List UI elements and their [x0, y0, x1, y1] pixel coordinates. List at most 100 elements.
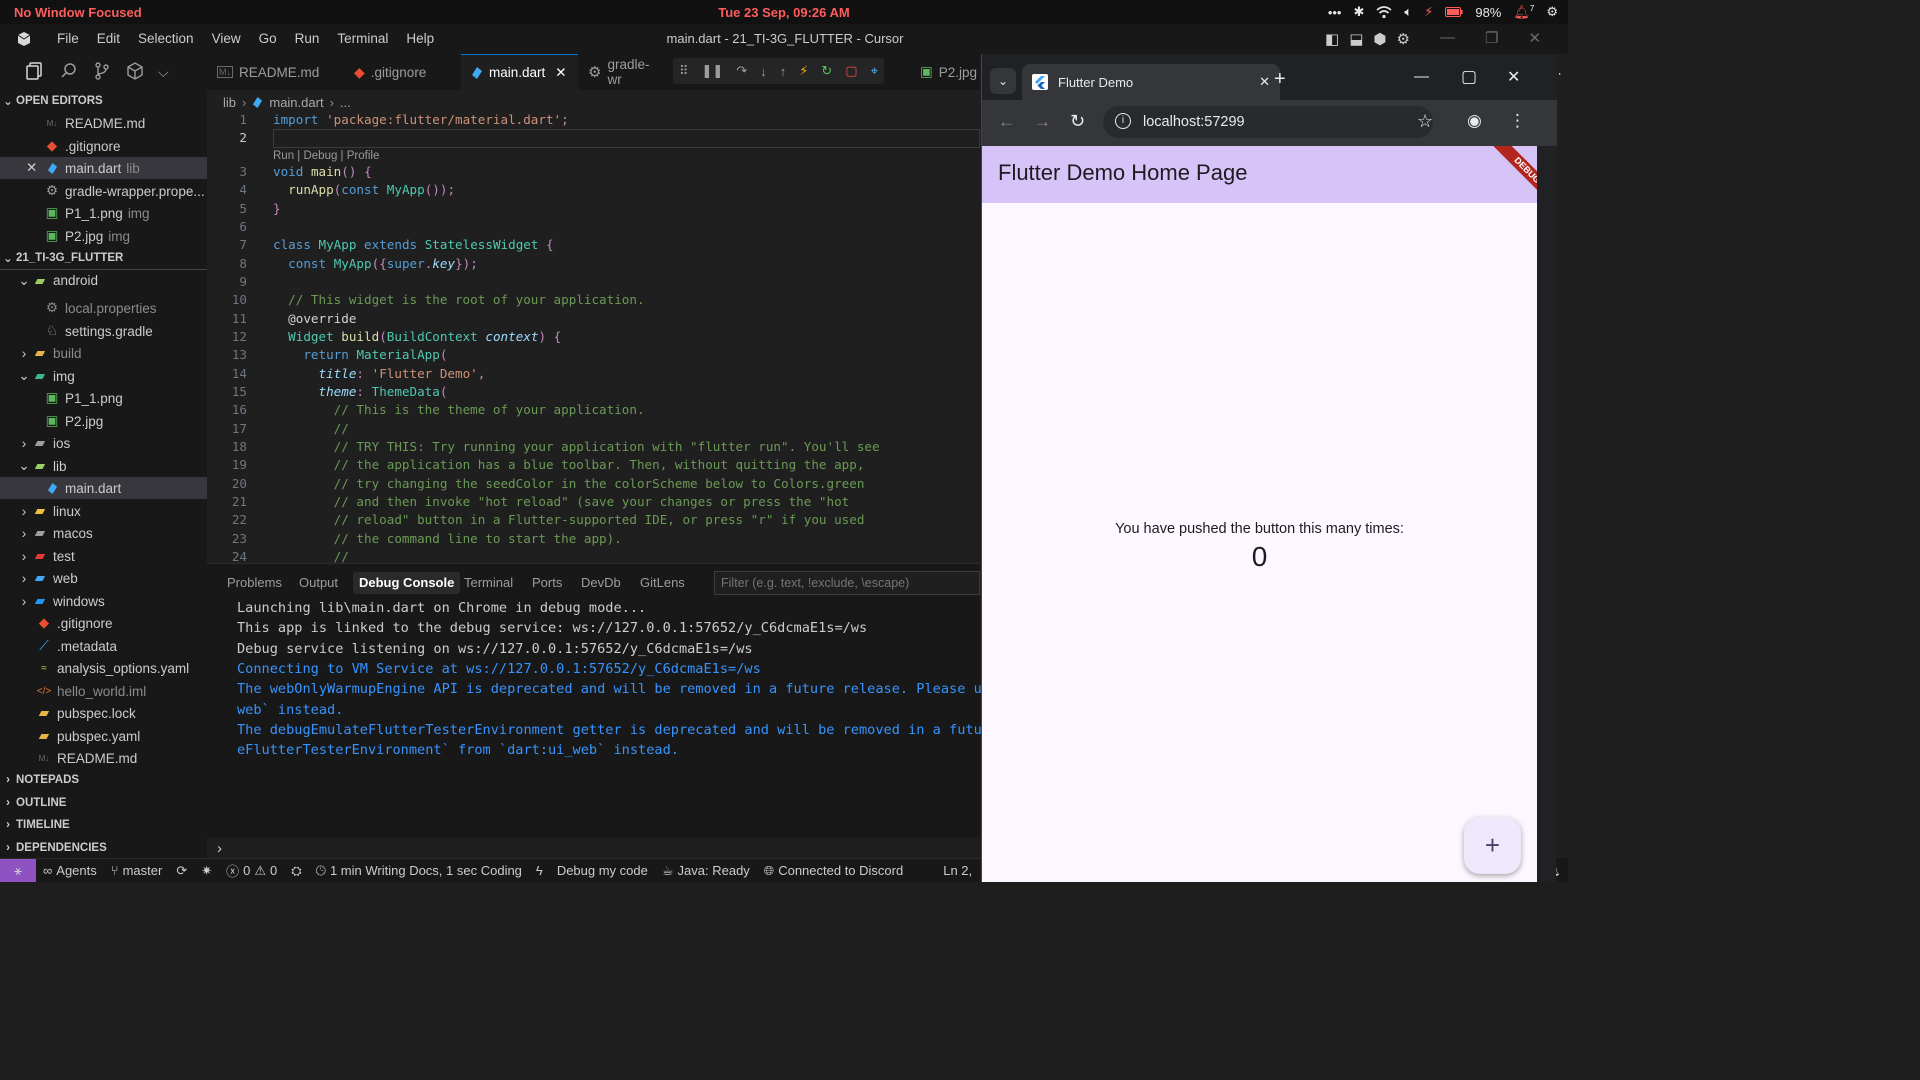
new-tab-icon[interactable]: + [1274, 68, 1286, 91]
toggle-sidebar-icon[interactable]: ◧ [1325, 30, 1339, 48]
discord-status[interactable]: 🌐︎ Connected to Discord [757, 863, 910, 879]
code-line[interactable]: 20 // try changing the seedColor in the … [207, 475, 980, 493]
menu-selection[interactable]: Selection [129, 24, 203, 54]
tree-file-pubspec-lock[interactable]: ▰ pubspec.lock [0, 702, 207, 724]
browser-tab[interactable]: Flutter Demo ✕ [1022, 64, 1280, 100]
wifi-icon[interactable] [1376, 5, 1392, 19]
drag-handle-icon[interactable]: ⠿ [679, 63, 689, 79]
power-icon[interactable]: ⚡ [1424, 4, 1433, 20]
settings-toggle-icon[interactable]: ⚙ [1546, 4, 1558, 20]
tab-debug-console[interactable]: Debug Console [353, 572, 461, 594]
tree-folder-android[interactable]: ⌄ ▰ android [0, 269, 207, 291]
code-line[interactable]: 22 // reload" button in a Flutter-suppor… [207, 511, 980, 529]
close-tab-icon[interactable]: ✕ [1259, 74, 1270, 90]
step-into-icon[interactable]: ↓ [760, 64, 767, 79]
tree-folder-test[interactable]: › ▰ test [0, 545, 207, 567]
profile-icon[interactable]: ◉ [1467, 111, 1482, 131]
menu-help[interactable]: Help [397, 24, 443, 54]
open-editor-gradle-wrapper[interactable]: ⚙ gradle-wrapper.prope... [0, 180, 207, 202]
restart-icon[interactable]: ↻ [821, 63, 832, 79]
tree-file-local-properties[interactable]: ⚙ local.properties [0, 297, 207, 319]
volume-icon[interactable]: 🔈︎ [1404, 4, 1412, 20]
tree-file-pubspec-yaml[interactable]: ▰ pubspec.yaml [0, 725, 207, 747]
tree-folder-lib[interactable]: ⌄ ▰ lib [0, 455, 207, 477]
sync-icon[interactable]: ⟳ [169, 863, 194, 879]
tree-folder-build[interactable]: › ▰ build [0, 342, 207, 364]
menu-view[interactable]: View [203, 24, 250, 54]
minimize-window-icon[interactable]: — [1440, 29, 1455, 47]
tab-search-chevron-icon[interactable]: ⌄ [990, 68, 1016, 94]
code-line[interactable]: 10 // This widget is the root of your ap… [207, 291, 980, 309]
cursor-position[interactable]: Ln 2, [936, 863, 979, 878]
java-status[interactable]: ☕︎ Java: Ready [655, 863, 757, 879]
browser-menu-icon[interactable]: ⋮ [1509, 111, 1526, 131]
code-line[interactable]: 7 class MyApp extends StatelessWidget { [207, 236, 980, 254]
run-icon[interactable]: ⛭ [284, 863, 308, 879]
address-bar[interactable]: i localhost:57299 [1103, 106, 1433, 138]
console-prompt-chevron-icon[interactable]: › [217, 840, 222, 857]
branch-status[interactable]: ⑂ master [104, 863, 170, 878]
more-icon[interactable]: ••• [1328, 5, 1342, 20]
chevron-down-icon[interactable]: ⌵ [158, 60, 182, 84]
tree-folder-web[interactable]: › ▰ web [0, 567, 207, 589]
code-line[interactable]: 23 // the command line to start the app)… [207, 530, 980, 548]
code-line[interactable]: 8 const MyApp({super.key}); [207, 255, 980, 273]
code-line[interactable]: 18 // TRY THIS: Try running your applica… [207, 438, 980, 456]
open-editor-p1-png[interactable]: ▣ P1_1.png img [0, 202, 207, 224]
code-line[interactable]: 19 // the application has a blue toolbar… [207, 456, 980, 474]
tree-file-metadata[interactable]: ⟋ .metadata [0, 635, 207, 657]
tab-devdb[interactable]: DevDb [575, 572, 627, 594]
tab-p2-jpg[interactable]: ▣ P2.jpg [910, 54, 980, 90]
code-line[interactable]: 3 void main() { [207, 163, 980, 181]
close-tab-icon[interactable]: ✕ [555, 65, 566, 81]
menu-run[interactable]: Run [286, 24, 329, 54]
menu-go[interactable]: Go [250, 24, 286, 54]
tab-readme[interactable]: M↓ README.md [207, 54, 344, 90]
tab-main-dart[interactable]: main.dart ✕ [461, 54, 578, 90]
tab-ports[interactable]: Ports [526, 572, 568, 594]
inspect-widget-icon[interactable]: ⌖ [871, 63, 878, 79]
timeline-section[interactable]: › TIMELINE [0, 814, 207, 836]
agents-status[interactable]: ∞ Agents [36, 863, 104, 878]
dependencies-section[interactable]: › DEPENDENCIES [0, 837, 207, 859]
problems-status[interactable]: ⓧ 0 ⚠ 0 [219, 861, 284, 880]
tree-file-analysis-options[interactable]: ≈ analysis_options.yaml [0, 657, 207, 679]
tree-file-hello-world-iml[interactable]: </> hello_world.iml [0, 680, 207, 702]
tab-gradle-wrapper[interactable]: ⚙ gradle-wr [578, 54, 673, 90]
open-editors-header[interactable]: ⌄ OPEN EDITORS [0, 90, 207, 112]
code-line[interactable]: 16 // This is the theme of your applicat… [207, 401, 980, 419]
search-icon[interactable] [58, 60, 82, 84]
open-editor-main-dart[interactable]: ✕ main.dart lib [0, 157, 207, 179]
breadcrumb-file[interactable]: main.dart [269, 95, 323, 110]
step-over-icon[interactable]: ↷ [736, 63, 747, 79]
tab-gitlens[interactable]: GitLens [634, 572, 691, 594]
pause-icon[interactable]: ❚❚ [702, 63, 724, 79]
increment-fab-button[interactable]: + [1464, 817, 1521, 874]
code-line[interactable]: 17 // [207, 420, 980, 438]
tree-folder-ios[interactable]: › ▰ ios [0, 432, 207, 454]
breadcrumb-symbol[interactable]: ... [340, 95, 351, 110]
code-line[interactable]: 1 import 'package:flutter/material.dart'; [207, 111, 980, 129]
reload-icon[interactable]: ↻ [1070, 111, 1085, 132]
code-line[interactable]: 11 @override [207, 310, 980, 328]
tree-folder-img[interactable]: ⌄ ▰ img [0, 365, 207, 387]
tab-gitignore[interactable]: ◆ .gitignore [344, 54, 461, 90]
menu-terminal[interactable]: Terminal [328, 24, 397, 54]
tab-terminal[interactable]: Terminal [458, 572, 519, 594]
outline-section[interactable]: › OUTLINE [0, 792, 207, 814]
bluetooth-icon[interactable]: ✱ [1353, 4, 1364, 20]
code-line[interactable]: 13 return MaterialApp( [207, 346, 980, 364]
remote-icon[interactable]: ⚹ [0, 859, 36, 882]
tree-file-readme[interactable]: M↓ README.md [0, 747, 207, 769]
code-line[interactable]: 12 Widget build(BuildContext context) { [207, 328, 980, 346]
tab-output[interactable]: Output [293, 572, 344, 594]
code-editor[interactable]: lib › main.dart › ... Run | Debug | Prof… [207, 90, 980, 563]
open-editor-gitignore[interactable]: ◆ .gitignore [0, 135, 207, 157]
debug-my-code-status[interactable]: Debug my code [550, 863, 655, 878]
code-line[interactable]: 6 [207, 218, 980, 236]
restore-window-icon[interactable]: ❐ [1485, 29, 1498, 47]
cube-icon[interactable]: ⬢ [1373, 30, 1386, 48]
tab-problems[interactable]: Problems [221, 572, 288, 594]
time-tracking-status[interactable]: 🕒︎ 1 min Writing Docs, 1 sec Coding [309, 863, 529, 879]
close-browser-icon[interactable]: ✕ [1507, 67, 1520, 87]
